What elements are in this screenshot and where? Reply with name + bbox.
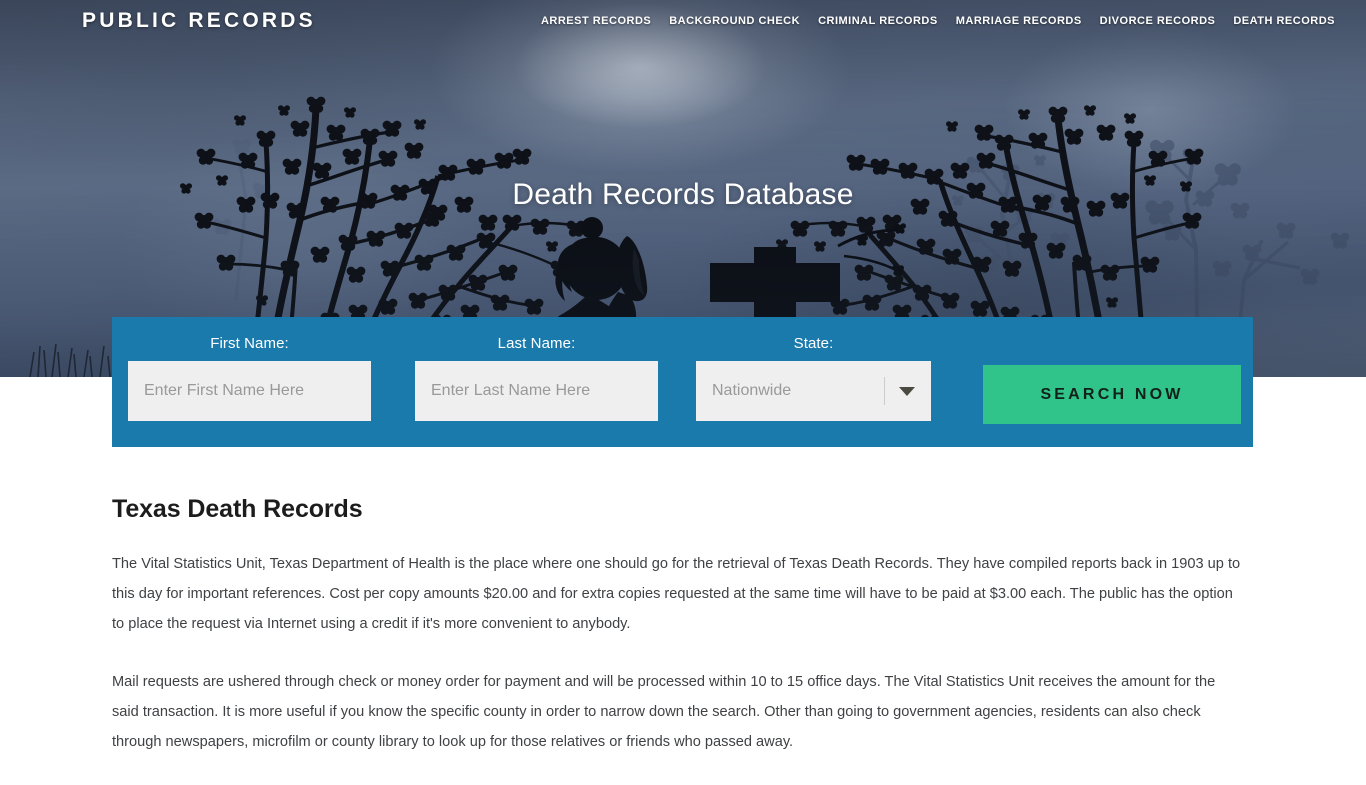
hero-title: Death Records Database: [512, 178, 854, 211]
last-name-field-group: Last Name:: [415, 335, 658, 421]
last-name-input[interactable]: [415, 361, 658, 421]
nav-item-arrest-records[interactable]: ARREST RECORDS: [532, 15, 660, 27]
nav-item-divorce-records[interactable]: DIVORCE RECORDS: [1091, 15, 1225, 27]
first-name-input[interactable]: [128, 361, 371, 421]
content-paragraph-2: Mail requests are ushered through check …: [112, 674, 1216, 750]
content-paragraph-1: The Vital Statistics Unit, Texas Departm…: [112, 556, 1241, 632]
site-header: PUBLIC RECORDS ARREST RECORDS BACKGROUND…: [0, 0, 1366, 42]
chevron-down-icon: [899, 387, 915, 396]
first-name-label: First Name:: [210, 335, 289, 352]
last-name-label: Last Name:: [497, 335, 576, 352]
first-name-field-group: First Name:: [128, 335, 371, 421]
select-divider: [884, 377, 885, 405]
main-content: Texas Death Records The Vital Statistics…: [0, 447, 1366, 785]
state-field-group: State: Nationwide: [696, 335, 931, 421]
nav-item-background-check[interactable]: BACKGROUND CHECK: [660, 15, 809, 27]
search-form-panel: First Name: Last Name: State: Nationwide…: [112, 317, 1253, 447]
site-logo[interactable]: PUBLIC RECORDS: [82, 9, 316, 33]
state-selected-value: Nationwide: [712, 382, 792, 399]
search-form-row: First Name: Last Name: State: Nationwide…: [112, 317, 1253, 447]
nav-item-marriage-records[interactable]: MARRIAGE RECORDS: [947, 15, 1091, 27]
state-select[interactable]: Nationwide: [696, 361, 931, 421]
nav-item-criminal-records[interactable]: CRIMINAL RECORDS: [809, 15, 947, 27]
nav-item-death-records[interactable]: DEATH RECORDS: [1224, 15, 1344, 27]
search-now-button[interactable]: SEARCH NOW: [983, 365, 1241, 424]
main-navigation: ARREST RECORDS BACKGROUND CHECK CRIMINAL…: [532, 15, 1344, 27]
page-title: Texas Death Records: [112, 495, 363, 523]
state-label: State:: [793, 335, 834, 352]
